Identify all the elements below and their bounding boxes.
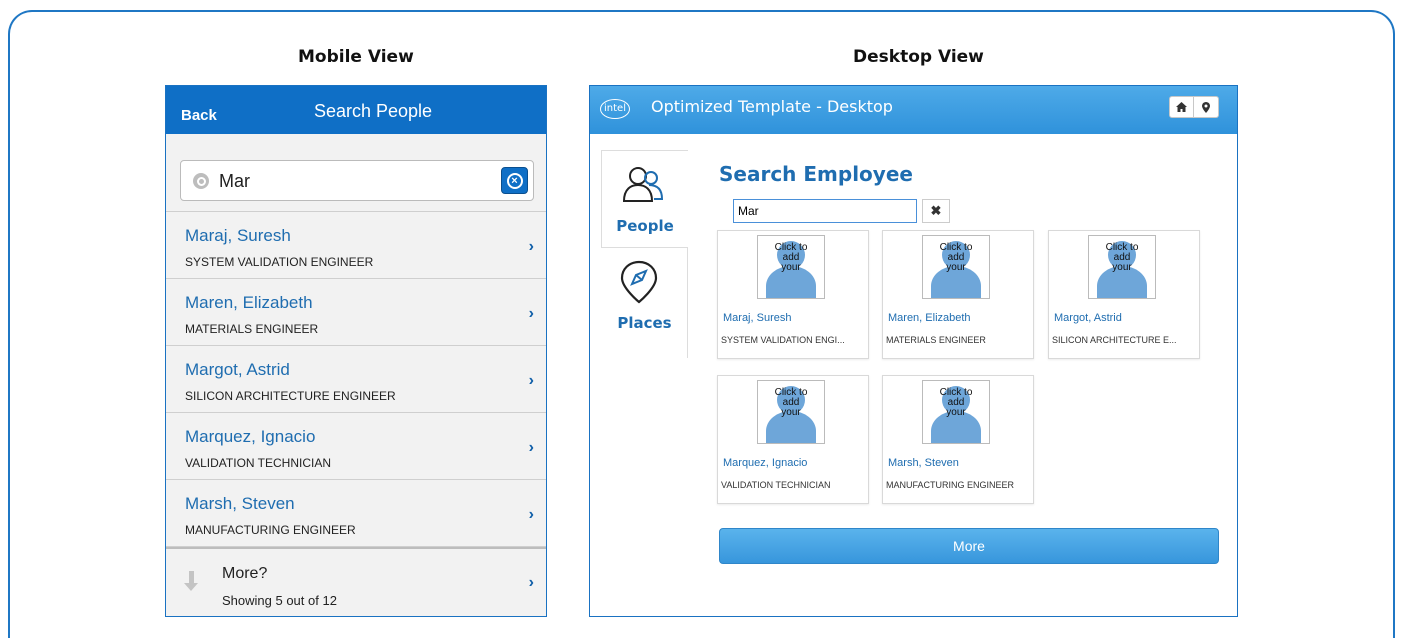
location-button[interactable]: [1194, 96, 1219, 118]
mobile-results-list: Maraj, Suresh SYSTEM VALIDATION ENGINEER ›…: [166, 212, 546, 547]
home-icon: [1176, 102, 1187, 112]
employee-name: Marsh, Steven: [185, 494, 295, 513]
list-item[interactable]: Margot, Astrid SILICON ARCHITECTURE ENGIN…: [166, 346, 546, 413]
employee-name: Maren, Elizabeth: [888, 312, 971, 324]
mobile-page-title: Search People: [313, 101, 433, 121]
add-image-text: Click to add your: [939, 242, 973, 273]
employee-name: Maren, Elizabeth: [185, 293, 313, 312]
add-image-placeholder[interactable]: Click to add your: [757, 380, 825, 444]
mobile-view-panel: Back Search People × Maraj, Suresh SYSTEM…: [165, 85, 547, 617]
employee-title: MANUFACTURING ENGINEER: [185, 523, 356, 537]
add-image-text: Click to add your: [1105, 242, 1139, 273]
employee-card[interactable]: Click to add your Maraj, Suresh SYSTEM VALID…: [717, 230, 869, 359]
close-icon: ✖: [930, 203, 942, 218]
employee-title: VALIDATION TECHNICIAN: [721, 480, 831, 490]
mobile-view-label: Mobile View: [298, 47, 414, 67]
mobile-header: Back Search People: [166, 86, 546, 134]
list-item[interactable]: Maren, Elizabeth MATERIALS ENGINEER ›: [166, 279, 546, 346]
arrow-down-icon: [184, 571, 198, 593]
chevron-right-icon: ›: [528, 506, 534, 523]
search-icon: [193, 173, 209, 189]
more-button[interactable]: More: [719, 528, 1219, 564]
employee-title: SILICON ARCHITECTURE E...: [1052, 335, 1177, 345]
close-icon: ×: [506, 172, 523, 189]
desktop-header: intel Optimized Template - Desktop: [590, 86, 1237, 134]
add-image-text: Click to add your: [939, 387, 973, 418]
list-item[interactable]: Marquez, Ignacio VALIDATION TECHNICIAN ›: [166, 413, 546, 480]
add-image-text: Click to add your: [774, 387, 808, 418]
tab-people[interactable]: People: [601, 150, 688, 248]
employee-title: SYSTEM VALIDATION ENGINEER: [185, 255, 374, 269]
more-label: More?: [222, 565, 268, 582]
add-image-placeholder[interactable]: Click to add your: [922, 380, 990, 444]
mobile-more-row[interactable]: More? Showing 5 out of 12 ›: [166, 547, 546, 616]
desktop-tab-nav: People Places: [601, 150, 688, 346]
more-status: Showing 5 out of 12: [222, 593, 337, 608]
intel-logo: intel: [600, 99, 630, 119]
mobile-search-input[interactable]: [219, 169, 489, 193]
employee-title: MATERIALS ENGINEER: [185, 322, 319, 336]
search-employee-heading: Search Employee: [719, 162, 913, 186]
mobile-search-box: ×: [180, 160, 534, 201]
chevron-right-icon: ›: [528, 439, 534, 456]
add-image-placeholder[interactable]: Click to add your: [1088, 235, 1156, 299]
desktop-view-label: Desktop View: [853, 47, 984, 67]
employee-title: MATERIALS ENGINEER: [886, 335, 986, 345]
desktop-search-input[interactable]: [733, 199, 917, 223]
employee-name: Marquez, Ignacio: [723, 457, 808, 469]
list-item[interactable]: Marsh, Steven MANUFACTURING ENGINEER ›: [166, 480, 546, 547]
employee-title: SILICON ARCHITECTURE ENGINEER: [185, 389, 396, 403]
employee-name: Margot, Astrid: [1054, 312, 1122, 324]
chevron-right-icon: ›: [528, 238, 534, 255]
header-button-group: [1169, 96, 1219, 118]
chevron-right-icon: ›: [528, 372, 534, 389]
mobile-search-area: ×: [166, 134, 546, 212]
tab-places[interactable]: Places: [601, 248, 688, 346]
home-button[interactable]: [1169, 96, 1194, 118]
employee-title: VALIDATION TECHNICIAN: [185, 456, 332, 470]
clear-search-button[interactable]: ×: [501, 167, 528, 194]
employee-title: SYSTEM VALIDATION ENGI...: [721, 335, 845, 345]
chevron-right-icon: ›: [528, 305, 534, 322]
map-pin-icon: [1202, 101, 1210, 113]
chevron-right-icon: ›: [528, 574, 534, 591]
employee-name: Marsh, Steven: [888, 457, 959, 469]
employee-card[interactable]: Click to add your Margot, Astrid SILICON ARC…: [1048, 230, 1200, 359]
people-icon: [622, 167, 664, 202]
employee-name: Maraj, Suresh: [723, 312, 792, 324]
desktop-view-panel: intel Optimized Template - Desktop Peopl…: [589, 85, 1238, 617]
list-item[interactable]: Maraj, Suresh SYSTEM VALIDATION ENGINEER ›: [166, 212, 546, 279]
employee-name: Marquez, Ignacio: [185, 427, 316, 446]
desktop-clear-button[interactable]: ✖: [922, 199, 950, 223]
compass-pin-icon: [620, 260, 658, 304]
desktop-app-title: Optimized Template - Desktop: [651, 97, 893, 116]
employee-card[interactable]: Click to add your Marquez, Ignacio VALIDATIO…: [717, 375, 869, 504]
employee-title: MANUFACTURING ENGINEER: [886, 480, 1015, 490]
add-image-placeholder[interactable]: Click to add your: [757, 235, 825, 299]
add-image-placeholder[interactable]: Click to add your: [922, 235, 990, 299]
employee-name: Margot, Astrid: [185, 360, 290, 379]
employee-card[interactable]: Click to add your Maren, Elizabeth MATERIALS…: [882, 230, 1034, 359]
add-image-text: Click to add your: [774, 242, 808, 273]
employee-card[interactable]: Click to add your Marsh, Steven MANUFACTURIN…: [882, 375, 1034, 504]
tab-divider: [687, 248, 688, 358]
employee-name: Maraj, Suresh: [185, 226, 291, 245]
tab-people-label: People: [616, 217, 674, 235]
tab-places-label: Places: [617, 314, 672, 332]
